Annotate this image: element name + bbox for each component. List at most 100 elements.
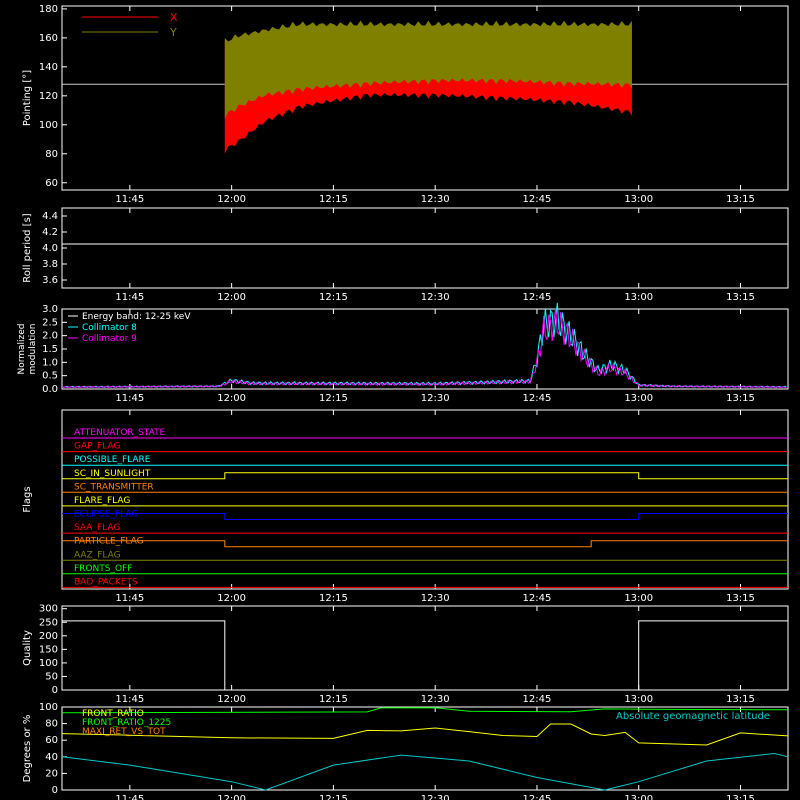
x-tick-label: 11:45: [115, 593, 144, 604]
y-tick-label: 4.2: [42, 227, 58, 238]
y-tick-label: 200: [39, 631, 58, 642]
legend-label-x: X: [170, 11, 178, 24]
x-tick-label: 13:00: [624, 393, 653, 404]
y-tick-label: 1.5: [42, 344, 58, 355]
x-tick-label: 11:45: [115, 393, 144, 404]
y-tick-label: 100: [39, 120, 58, 131]
x-tick-label: 13:00: [624, 794, 653, 800]
legend-label: Collimator 9: [82, 334, 137, 344]
y-tick-label: 300: [39, 604, 58, 615]
y-axis-label: Roll period [s]: [22, 213, 33, 282]
x-tick-label: 12:15: [319, 694, 348, 705]
y-tick-label: 150: [39, 644, 58, 655]
y-tick-label: 40: [45, 752, 58, 763]
x-tick-label: 12:00: [217, 593, 246, 604]
x-tick-label: 12:15: [319, 794, 348, 800]
y-tick-label: 20: [45, 768, 58, 779]
x-tick-label: 12:30: [421, 694, 450, 705]
flag-label-flare_flag: FLARE_FLAG: [74, 496, 130, 506]
flag-label-fronts_off: FRONTS_OFF: [74, 564, 132, 574]
x-tick-label: 12:30: [421, 794, 450, 800]
y-tick-label: 0: [52, 785, 58, 796]
y-tick-label: 3.8: [42, 259, 58, 270]
y-tick-label: 2.0: [42, 331, 58, 342]
x-tick-label: 12:15: [319, 292, 348, 303]
legend-label-y: Y: [169, 26, 177, 39]
x-tick-label: 12:30: [421, 194, 450, 205]
x-tick-label: 12:00: [217, 194, 246, 205]
y-tick-label: 180: [39, 4, 58, 15]
y-tick-label: 1.0: [42, 357, 58, 368]
x-tick-label: 12:00: [217, 292, 246, 303]
y-tick-label: 60: [45, 178, 58, 189]
x-tick-label: 12:45: [523, 794, 552, 800]
flag-label-saa_flag: SAA_FLAG: [74, 523, 120, 533]
flag-label-gap_flag: GAP_FLAG: [74, 442, 120, 452]
flag-label-sc_transmitter: SC_TRANSMITTER: [74, 482, 154, 492]
legend-label-geomagnetic: Absolute geomagnetic latitude: [616, 711, 770, 722]
x-tick-label: 12:15: [319, 393, 348, 404]
stacked-time-series-figure: Pointing [°] 60 80 100 120 140 160 180 11:45 12:0…: [0, 0, 800, 800]
x-tick-label: 11:45: [115, 194, 144, 205]
y-tick-label: 4.4: [42, 211, 58, 222]
y-tick-label: 80: [45, 149, 58, 160]
x-tick-label: 13:00: [624, 694, 653, 705]
x-tick-label: 12:15: [319, 593, 348, 604]
x-tick-label: 12:30: [421, 593, 450, 604]
y-tick-label: 60: [45, 735, 58, 746]
y-tick-label: 100: [39, 702, 58, 713]
x-tick-label: 12:45: [523, 393, 552, 404]
flag-label-attenuator_state: ATTENUATOR_STATE: [74, 428, 166, 438]
x-tick-label: 13:00: [624, 194, 653, 205]
x-tick-label: 12:00: [217, 393, 246, 404]
x-tick-label: 13:00: [624, 593, 653, 604]
x-tick-label: 13:15: [726, 292, 755, 303]
x-tick-label: 13:00: [624, 292, 653, 303]
x-tick-label: 12:00: [217, 694, 246, 705]
y-tick-label: 0: [52, 685, 58, 696]
y-axis-label-line1: Normalized: [17, 323, 27, 374]
y-tick-label: 4.0: [42, 243, 58, 254]
x-tick-label: 12:45: [523, 593, 552, 604]
y-axis-label: Pointing [°]: [22, 70, 33, 126]
y-tick-label: 3.6: [42, 275, 58, 286]
y-tick-label: 120: [39, 91, 58, 102]
flag-label-sc_in_sunlight: SC_IN_SUNLIGHT: [74, 469, 151, 479]
x-tick-label: 12:15: [319, 194, 348, 205]
x-tick-label: 12:00: [217, 794, 246, 800]
y-tick-label: 160: [39, 33, 58, 44]
x-tick-label: 12:45: [523, 694, 552, 705]
y-tick-label: 140: [39, 62, 58, 73]
y-tick-label: 80: [45, 719, 58, 730]
flag-label-eclipse_flag: ECLIPSE_FLAG: [74, 510, 138, 520]
y-tick-label: 2.5: [42, 317, 58, 328]
y-tick-label: 50: [45, 671, 58, 682]
x-tick-label: 11:45: [115, 292, 144, 303]
x-tick-label: 12:45: [523, 194, 552, 205]
x-tick-label: 13:15: [726, 794, 755, 800]
x-tick-label: 12:45: [523, 292, 552, 303]
x-tick-label: 13:15: [726, 393, 755, 404]
y-tick-label: 3.0: [42, 304, 58, 315]
flag-label-possible_flare: POSSIBLE_FLARE: [74, 455, 151, 465]
x-tick-label: 11:45: [115, 694, 144, 705]
flag-label-bad_packets: BAD_PACKETS: [74, 577, 138, 587]
x-tick-label: 11:45: [115, 794, 144, 800]
y-tick-label: 250: [39, 617, 58, 628]
y-axis-label: Degrees or %: [22, 715, 33, 783]
legend-label: Energy band: 12-25 keV: [82, 312, 191, 322]
legend-label: Collimator 8: [82, 323, 137, 333]
y-tick-label: 0.5: [42, 371, 58, 382]
x-tick-label: 13:15: [726, 593, 755, 604]
y-tick-label: 0.0: [42, 384, 58, 395]
y-axis-label: Quality: [22, 630, 33, 666]
x-tick-label: 13:15: [726, 194, 755, 205]
x-tick-label: 13:15: [726, 694, 755, 705]
x-tick-label: 12:30: [421, 393, 450, 404]
y-tick-label: 100: [39, 658, 58, 669]
flag-label-aaz_flag: AAZ_FLAG: [74, 550, 121, 560]
y-axis-label-line2: modulation: [28, 324, 38, 375]
flag-label-particle_flag: PARTICLE_FLAG: [74, 537, 144, 547]
y-axis-label: Flags: [22, 486, 33, 512]
legend-label: MAXI_RET_VS_TOT: [82, 727, 166, 737]
